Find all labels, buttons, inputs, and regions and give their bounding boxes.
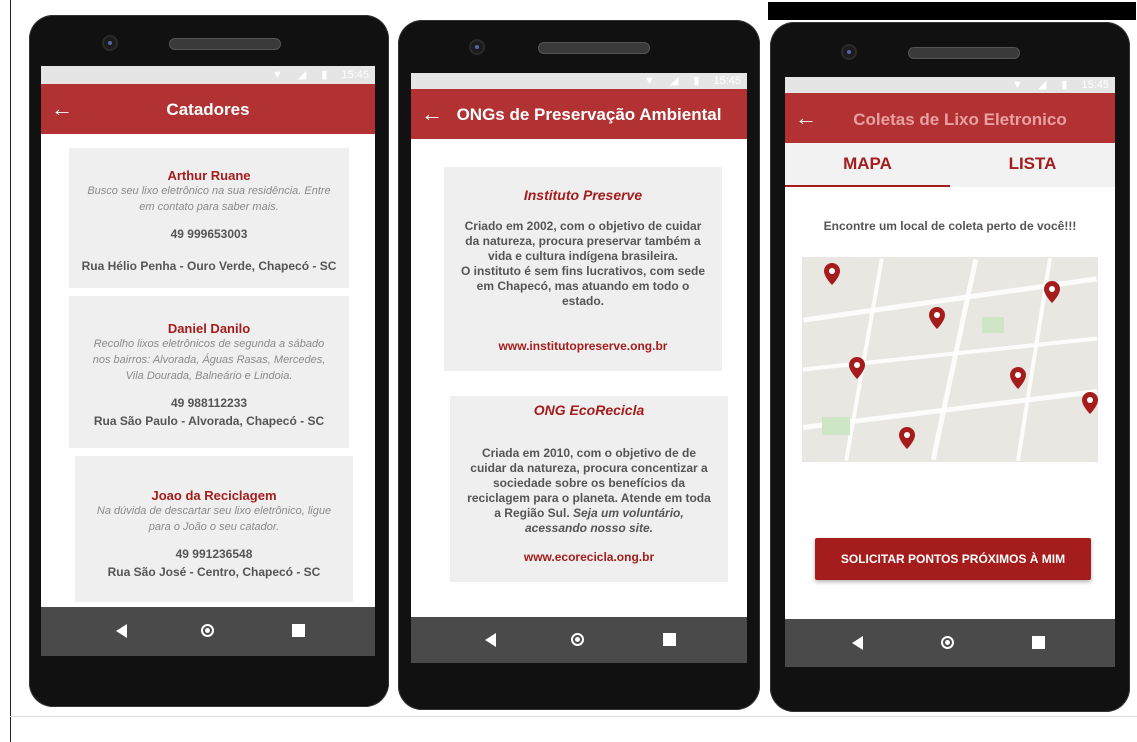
ong-desc-line: da natureza, procura preservar também a: [465, 234, 701, 248]
back-triangle-icon[interactable]: [485, 633, 496, 647]
ong-desc-italic: Seja um voluntário,: [573, 506, 684, 520]
collector-desc: Busco seu lixo eletrônico na sua residên…: [87, 185, 331, 197]
map-park: [982, 317, 1004, 333]
app-bar: ← Coletas de Lixo Eletronico: [785, 93, 1115, 143]
ong-desc-line: estado.: [561, 294, 604, 308]
home-circle-icon[interactable]: [571, 633, 584, 646]
collector-desc: Na dúvida de descartar seu lixo eletrôni…: [96, 505, 332, 517]
map-park: [822, 417, 850, 435]
collector-phone[interactable]: 49 999653003: [69, 227, 349, 241]
camera-icon: [843, 46, 855, 58]
map-pin-icon[interactable]: [1082, 392, 1098, 414]
speaker-grille: [169, 38, 281, 50]
phone-coletas: ▼ ◢ ▮ 15:45 ← Coletas de Lixo Eletronico …: [770, 22, 1130, 712]
ong-desc-line: em Chapecó, mas atuando em todo o: [476, 279, 690, 293]
ong-name: ONG EcoRecicla: [533, 402, 645, 418]
status-time: 15:45: [713, 75, 741, 87]
map-prompt: Encontre um local de coleta perto de voc…: [823, 219, 1077, 233]
collector-desc: em contato para saber mais.: [139, 201, 279, 213]
recents-square-icon[interactable]: [1032, 636, 1045, 649]
ong-desc-line: a Região Sul. Seja um voluntário,: [446, 506, 732, 521]
ong-desc-line: Criada em 2010, com o objetivo de de: [481, 446, 697, 460]
collector-address: Rua Hélio Penha - Ouro Verde, Chapecó - …: [81, 259, 337, 273]
tab-bar: MAPA LISTA: [785, 143, 1115, 187]
collector-name: Joao da Reciclagem: [151, 488, 277, 503]
ong-desc-line: sociedade sobre os benefícios da: [492, 476, 686, 490]
collector-desc: para o João o seu catador.: [148, 521, 280, 533]
ong-desc-line: vida e cultura indígena brasileira.: [487, 249, 679, 263]
status-icons: ▼ ◢ ▮: [271, 69, 334, 81]
camera-icon: [471, 41, 483, 53]
page-title: Catadores: [166, 100, 250, 119]
speaker-grille: [538, 42, 650, 54]
page-title: Coletas de Lixo Eletronico: [853, 110, 1067, 129]
home-circle-icon[interactable]: [941, 636, 954, 649]
map-pin-icon[interactable]: [849, 357, 865, 379]
collector-name: Arthur Ruane: [167, 168, 251, 183]
ong-desc-line: reciclagem para o planeta. Atende em tod…: [467, 491, 711, 505]
screen-coletas: ▼ ◢ ▮ 15:45 ← Coletas de Lixo Eletronico …: [785, 77, 1115, 667]
ong-desc-text: a Região Sul.: [494, 506, 570, 520]
system-nav-bar: [41, 607, 375, 656]
back-triangle-icon[interactable]: [852, 636, 863, 650]
collector-name: Daniel Danilo: [167, 321, 251, 336]
phone-ongs: ▼ ◢ ▮ 15:45 ← ONGs de Preservação Ambient…: [398, 20, 760, 710]
top-black-bar: [768, 2, 1136, 20]
tab-active-indicator: [785, 185, 950, 187]
phone-catadores: ▼ ◢ ▮ 15:45 ← Catadores Arthur Ruane Busc…: [29, 15, 389, 707]
status-time: 15:45: [341, 69, 369, 81]
system-nav-bar: [785, 619, 1115, 667]
collector-card[interactable]: Arthur Ruane Busco seu lixo eletrônico n…: [69, 148, 349, 288]
collector-card[interactable]: Joao da Reciclagem Na dúvida de descarta…: [75, 456, 353, 602]
status-bar: ▼ ◢ ▮ 15:45: [411, 73, 747, 89]
map-pin-icon[interactable]: [1044, 281, 1060, 303]
collector-phone[interactable]: 49 991236548: [75, 547, 353, 561]
collector-desc: Vila Dourada, Balneário e Lindoia.: [125, 370, 293, 382]
home-circle-icon[interactable]: [201, 624, 214, 637]
collector-address: Rua São Paulo - Alvorada, Chapecó - SC: [93, 414, 325, 428]
collector-card[interactable]: Daniel Danilo Recolho lixos eletrônicos …: [69, 296, 349, 448]
ong-name: Instituto Preserve: [523, 187, 643, 203]
ong-card[interactable]: Instituto Preserve Criado em 2002, com o…: [444, 167, 722, 371]
status-icons: ▼ ◢ ▮: [1011, 79, 1074, 91]
recents-square-icon[interactable]: [663, 633, 676, 646]
app-bar: ← Catadores: [41, 84, 375, 134]
status-bar: ▼ ◢ ▮ 15:45: [785, 77, 1115, 93]
ong-desc-italic: acessando nosso site.: [524, 521, 654, 535]
frame-border-left: [10, 0, 11, 742]
screen-ongs: ▼ ◢ ▮ 15:45 ← ONGs de Preservação Ambient…: [411, 73, 747, 663]
collector-address: Rua São José - Centro, Chapecó - SC: [107, 565, 321, 579]
screen-catadores: ▼ ◢ ▮ 15:45 ← Catadores Arthur Ruane Busc…: [41, 66, 375, 656]
tab-mapa[interactable]: MAPA: [785, 143, 950, 187]
map-pin-icon[interactable]: [929, 307, 945, 329]
map-pin-icon[interactable]: [824, 263, 840, 285]
speaker-grille: [908, 47, 1020, 59]
page-title: ONGs de Preservação Ambiental: [456, 105, 722, 124]
collector-desc: nos bairros: Alvorada, Águas Rasas, Merc…: [92, 354, 326, 366]
ong-desc-line: acessando nosso site.: [446, 521, 732, 536]
map-view[interactable]: [802, 257, 1098, 462]
request-points-button[interactable]: SOLICITAR PONTOS PRÓXIMOS À MIM: [815, 538, 1091, 580]
status-bar: ▼ ◢ ▮ 15:45: [41, 66, 375, 84]
map-pin-icon[interactable]: [1010, 367, 1026, 389]
collector-phone[interactable]: 49 988112233: [69, 396, 349, 410]
ong-desc-line: Criado em 2002, com o objetivo de cuidar: [464, 219, 702, 233]
status-time: 15:45: [1081, 79, 1109, 91]
tab-lista[interactable]: LISTA: [950, 143, 1115, 187]
system-nav-bar: [411, 617, 747, 663]
ong-link[interactable]: www.institutopreserve.ong.br: [444, 339, 722, 353]
map-road: [930, 258, 979, 461]
recents-square-icon[interactable]: [292, 624, 305, 637]
frame-border-bottom: [10, 716, 1137, 717]
back-triangle-icon[interactable]: [116, 624, 127, 638]
ong-card[interactable]: ONG EcoRecicla Criada em 2010, com o obj…: [450, 396, 728, 582]
map-pin-icon[interactable]: [899, 427, 915, 449]
ong-link[interactable]: www.ecorecicla.ong.br: [450, 550, 728, 564]
status-icons: ▼ ◢ ▮: [643, 75, 706, 87]
collector-desc: Recolho lixos eletrônicos de segunda a s…: [93, 338, 325, 350]
camera-icon: [104, 37, 116, 49]
app-bar: ← ONGs de Preservação Ambiental: [411, 89, 747, 139]
ong-desc-line: cuidar da natureza, procura concentizar …: [470, 461, 708, 475]
ong-desc-line: O instituto é sem fins lucrativos, com s…: [460, 264, 706, 278]
